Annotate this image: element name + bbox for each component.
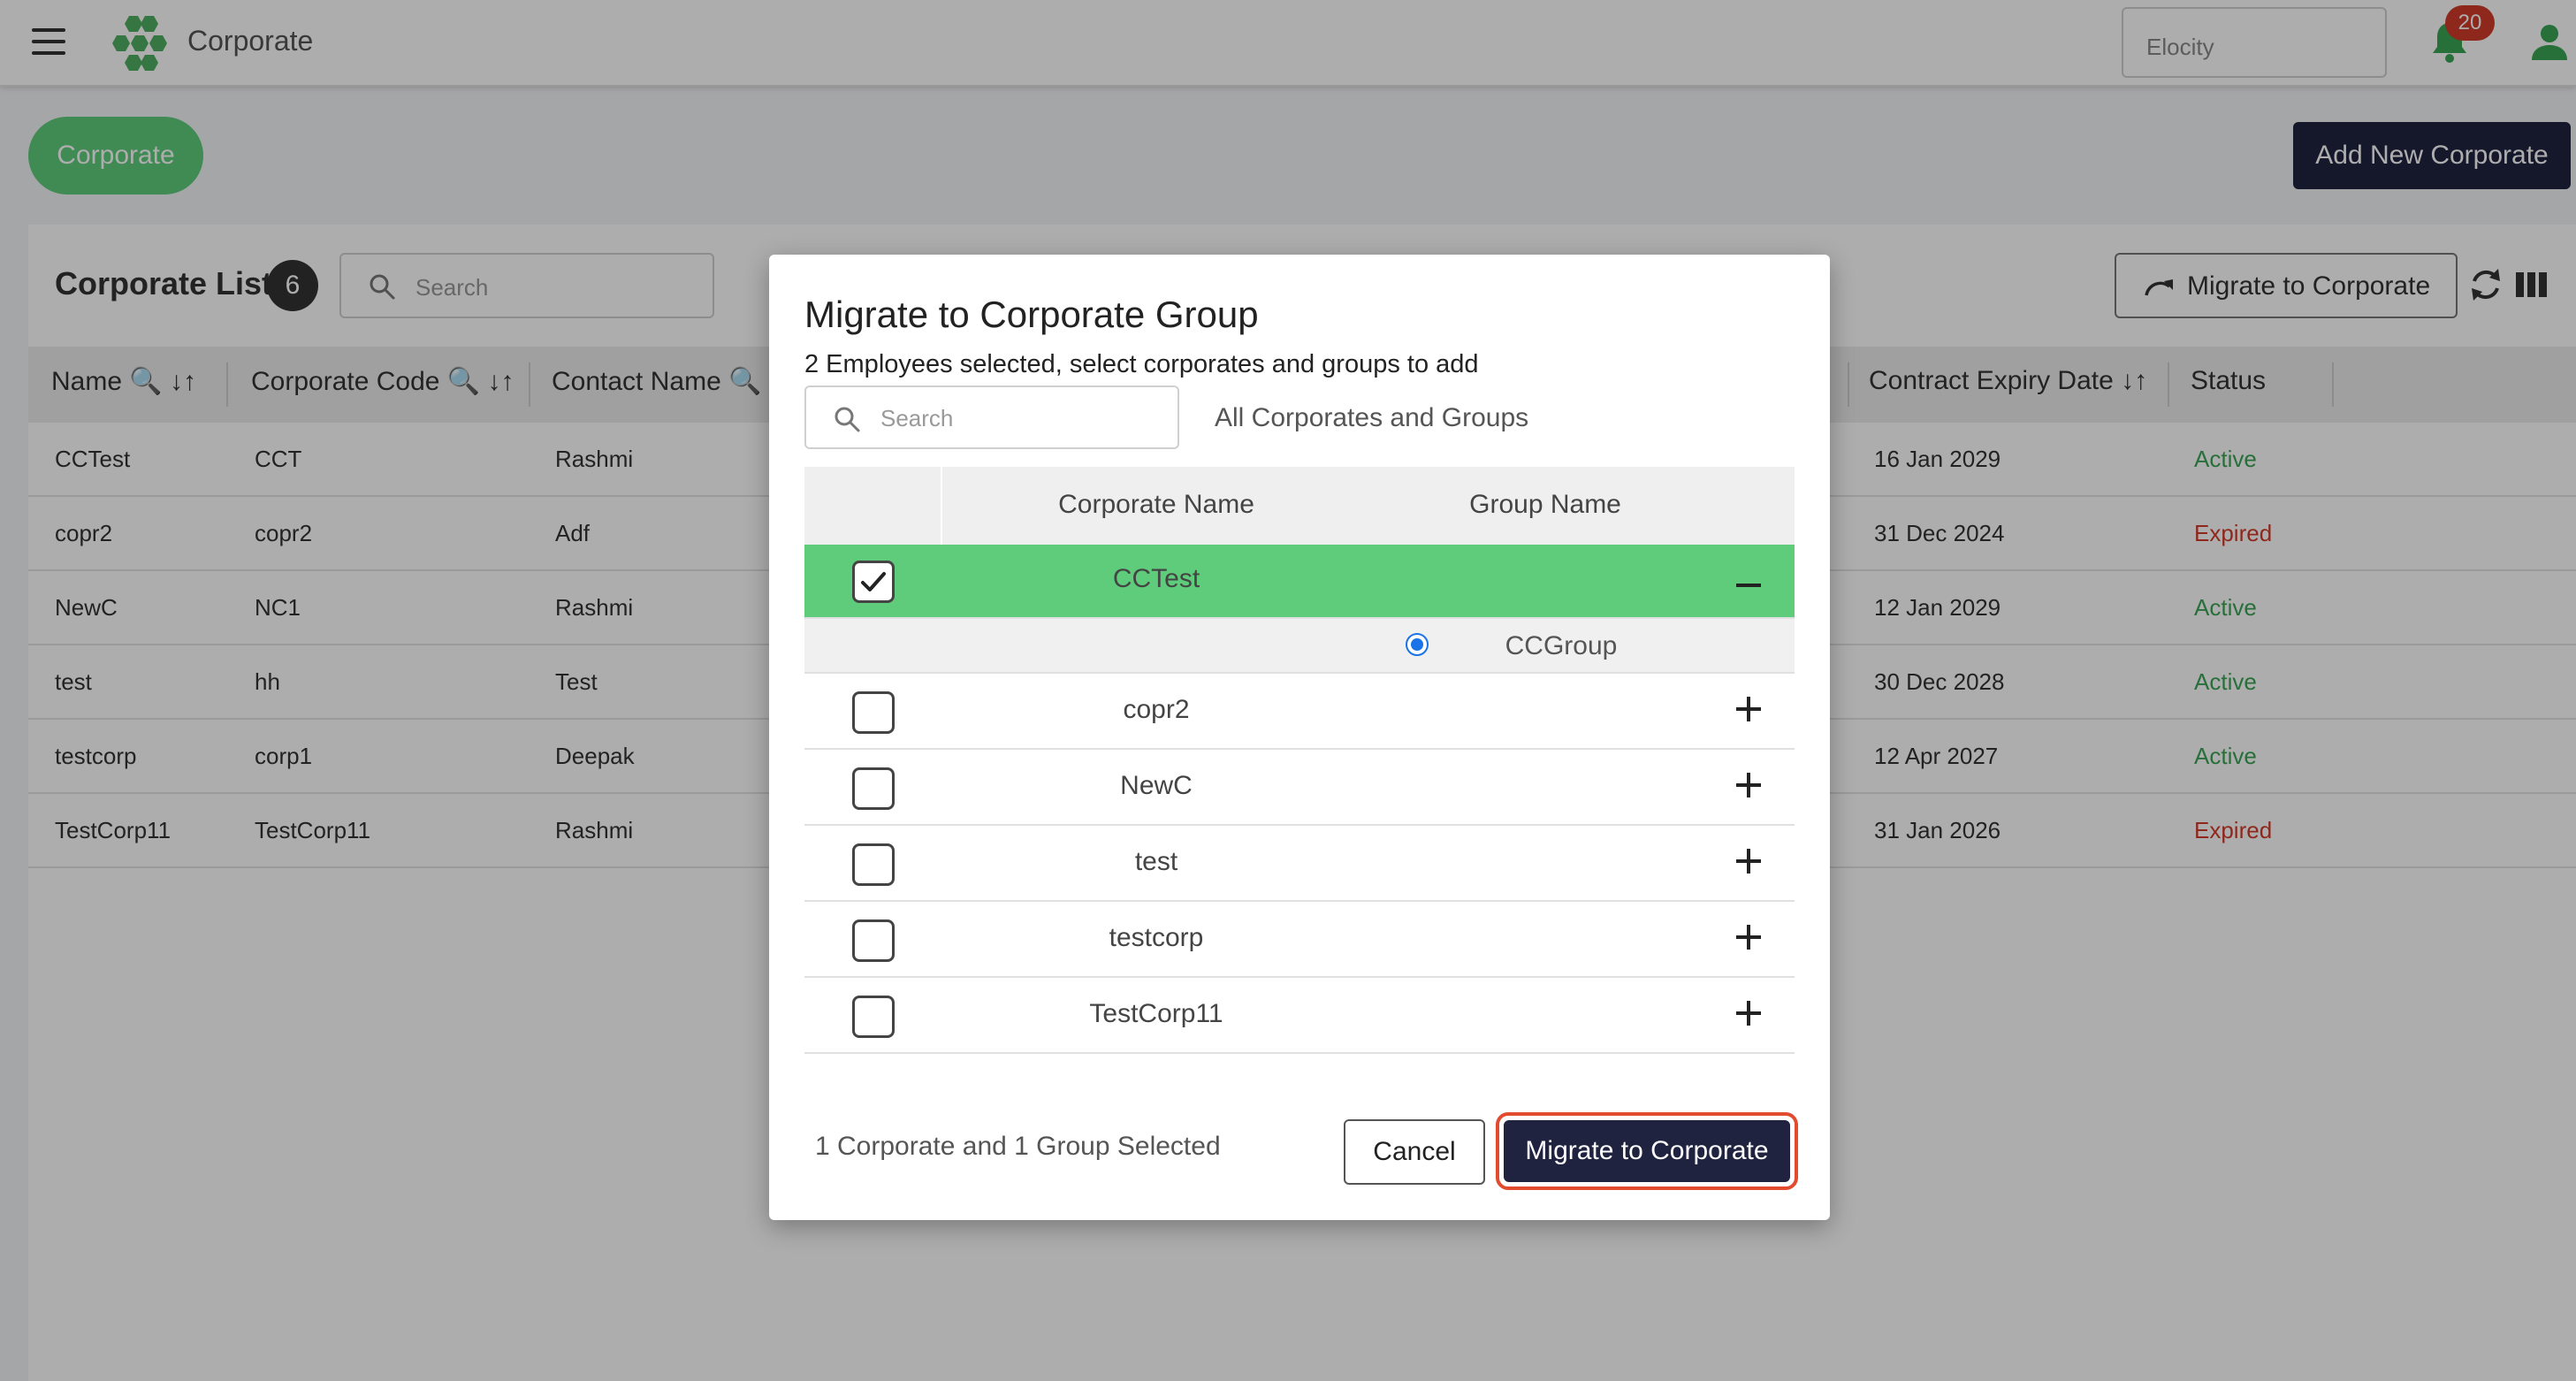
cancel-button[interactable]: Cancel <box>1344 1119 1485 1185</box>
search-icon <box>835 407 860 432</box>
list-item-newc[interactable]: NewC <box>804 750 1795 826</box>
group-item-ccgroup[interactable]: CCGroup <box>804 619 1795 674</box>
group-name: CCGroup <box>1505 631 1618 660</box>
row-checkbox[interactable] <box>852 843 895 886</box>
expand-plus-icon[interactable] <box>1731 691 1766 727</box>
group-radio[interactable] <box>1406 633 1429 656</box>
migrate-to-corporate-submit-button[interactable]: Migrate to Corporate <box>1496 1112 1798 1190</box>
selection-summary: 1 Corporate and 1 Group Selected <box>815 1132 1221 1161</box>
corporates-groups-filter[interactable]: All Corporates and Groups <box>1215 403 1528 433</box>
row-checkbox[interactable] <box>852 691 895 734</box>
dialog-subtitle: 2 Employees selected, select corporates … <box>804 350 1479 378</box>
dialog-search-input[interactable]: Search <box>804 385 1179 449</box>
row-checkbox[interactable] <box>852 561 895 603</box>
migrate-to-corporate-submit-label: Migrate to Corporate <box>1504 1120 1790 1182</box>
migrate-dialog: Migrate to Corporate Group 2 Employees s… <box>769 255 1830 1220</box>
column-header-corporate-name: Corporate Name <box>1058 490 1254 519</box>
list-item-copr2[interactable]: copr2 <box>804 674 1795 750</box>
corporate-name: test <box>1134 847 1178 876</box>
dialog-table-header: Corporate Name Group Name <box>804 467 1795 545</box>
checkmark-icon <box>861 572 886 591</box>
row-checkbox[interactable] <box>852 767 895 810</box>
list-item-testcorp[interactable]: testcorp <box>804 902 1795 978</box>
list-item-testcorp11[interactable]: TestCorp11 <box>804 978 1795 1054</box>
column-header-group-name: Group Name <box>1469 490 1621 519</box>
search-placeholder: Search <box>880 405 954 431</box>
checkbox-column-header <box>804 467 942 545</box>
expand-plus-icon[interactable] <box>1731 843 1766 879</box>
row-checkbox[interactable] <box>852 996 895 1038</box>
corporate-name: TestCorp11 <box>1089 999 1223 1028</box>
row-checkbox[interactable] <box>852 919 895 962</box>
dialog-title: Migrate to Corporate Group <box>804 294 1259 335</box>
list-item-test[interactable]: test <box>804 826 1795 902</box>
expand-plus-icon[interactable] <box>1731 996 1766 1031</box>
expand-plus-icon[interactable] <box>1731 919 1766 955</box>
list-item-cctest[interactable]: CCTest <box>804 545 1795 619</box>
expand-plus-icon[interactable] <box>1731 767 1766 803</box>
corporate-name: testcorp <box>1109 923 1204 952</box>
corporate-name: CCTest <box>1112 564 1200 593</box>
corporate-name: NewC <box>1120 771 1193 800</box>
corporate-name: copr2 <box>1123 695 1190 724</box>
collapse-minus-icon[interactable] <box>1731 564 1766 599</box>
